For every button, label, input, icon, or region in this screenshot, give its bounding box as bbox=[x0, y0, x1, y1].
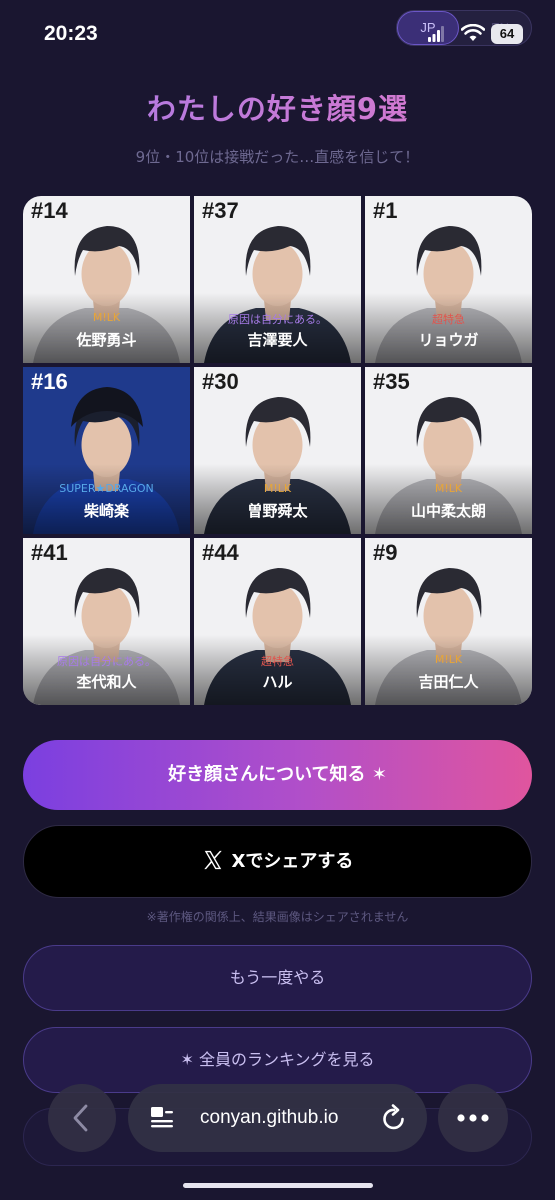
rank-badge: #35 bbox=[373, 369, 410, 394]
member-name: 杢代和人 bbox=[76, 673, 137, 691]
copyright-note: ※著作権の関係上、結果画像はシェアされません bbox=[146, 910, 409, 924]
rank-badge: #14 bbox=[31, 198, 68, 223]
photo-shade bbox=[365, 635, 532, 705]
group-label: 超特急 bbox=[432, 313, 465, 326]
photo-shade bbox=[365, 464, 532, 534]
url-text: conyan.github.io bbox=[200, 1107, 339, 1128]
member-name: リョウガ bbox=[418, 331, 479, 349]
grid-card: #35 M!LK 山中柔太朗 bbox=[365, 367, 532, 534]
page-subtitle: 9位・10位は接戦だった…直感を信じて！ bbox=[135, 148, 420, 166]
more-icon bbox=[457, 1114, 489, 1122]
battery-indicator: 64 bbox=[491, 24, 523, 44]
status-bar: 20:23 JP EN 64 bbox=[0, 0, 555, 70]
browser-address-bar[interactable]: conyan.github.io bbox=[128, 1084, 427, 1152]
browser-more-button[interactable] bbox=[438, 1084, 508, 1152]
page-title: わたしの好き顔9選 bbox=[0, 86, 555, 128]
grid-card: #41 原因は自分にある。杢代和人 bbox=[23, 538, 190, 705]
retry-button[interactable]: もう一度やる bbox=[23, 945, 532, 1011]
share-button-label: Xでシェアする bbox=[231, 851, 354, 872]
photo-shade bbox=[194, 293, 361, 363]
group-label: 超特急 bbox=[261, 655, 294, 668]
cellular-signal-icon bbox=[428, 26, 444, 42]
reload-icon[interactable] bbox=[381, 1104, 407, 1132]
rank-badge: #30 bbox=[202, 369, 239, 394]
group-label: M!LK bbox=[263, 482, 292, 495]
member-name: 曽野舜太 bbox=[247, 502, 308, 520]
member-name: 柴崎楽 bbox=[83, 502, 129, 520]
group-label: M!LK bbox=[92, 311, 121, 324]
share-on-x-button[interactable]: Xでシェアする bbox=[23, 825, 532, 898]
rank-badge: #1 bbox=[373, 198, 398, 223]
photo-shade bbox=[365, 293, 532, 363]
grid-card: #44 超特急ハル bbox=[194, 538, 361, 705]
favorite-faces-grid: #14 M!LK 佐野勇斗 #37 原因は自分にある。 吉澤要人 #1 超特急 リョウガ #… bbox=[23, 196, 532, 705]
chevron-left-icon bbox=[73, 1104, 88, 1132]
group-label: M!LK bbox=[434, 653, 463, 666]
rank-badge: #41 bbox=[31, 540, 68, 565]
learn-about-favorites-button[interactable]: 好き顔さんについて知る ✶ bbox=[23, 740, 532, 810]
member-name: 山中柔太朗 bbox=[410, 502, 486, 520]
rank-badge: #37 bbox=[202, 198, 239, 223]
group-label: SUPER★DRAGON bbox=[59, 482, 154, 495]
home-indicator bbox=[183, 1183, 373, 1188]
photo-shade bbox=[23, 464, 190, 534]
rank-badge: #9 bbox=[373, 540, 398, 565]
rank-badge: #16 bbox=[31, 369, 68, 394]
grid-card: #30 M!LK 曽野舜太 bbox=[194, 367, 361, 534]
reader-mode-icon bbox=[151, 1107, 173, 1128]
photo-shade bbox=[23, 635, 190, 705]
grid-card: #16 SUPER★DRAGON 柴崎楽 bbox=[23, 367, 190, 534]
photo-shade bbox=[23, 293, 190, 363]
browser-back-button[interactable] bbox=[48, 1084, 116, 1152]
member-name: 吉田仁人 bbox=[418, 673, 479, 691]
grid-card: #9 M!LK 吉田仁人 bbox=[365, 538, 532, 705]
group-label: 原因は自分にある。 bbox=[57, 655, 156, 668]
group-label: 原因は自分にある。 bbox=[228, 313, 327, 326]
grid-card: #14 M!LK 佐野勇斗 bbox=[23, 196, 190, 363]
wifi-icon bbox=[461, 24, 485, 41]
photo-shade bbox=[194, 464, 361, 534]
clock: 20:23 bbox=[44, 22, 98, 45]
member-name: 吉澤要人 bbox=[247, 331, 308, 349]
member-name: 佐野勇斗 bbox=[76, 331, 137, 349]
photo-shade bbox=[194, 635, 361, 705]
grid-card: #1 超特急リョウガ bbox=[365, 196, 532, 363]
grid-card: #37 原因は自分にある。吉澤要人 bbox=[194, 196, 361, 363]
x-logo-icon bbox=[203, 850, 222, 870]
group-label: M!LK bbox=[434, 482, 463, 495]
member-name: ハル bbox=[262, 673, 293, 691]
rank-badge: #44 bbox=[202, 540, 239, 565]
